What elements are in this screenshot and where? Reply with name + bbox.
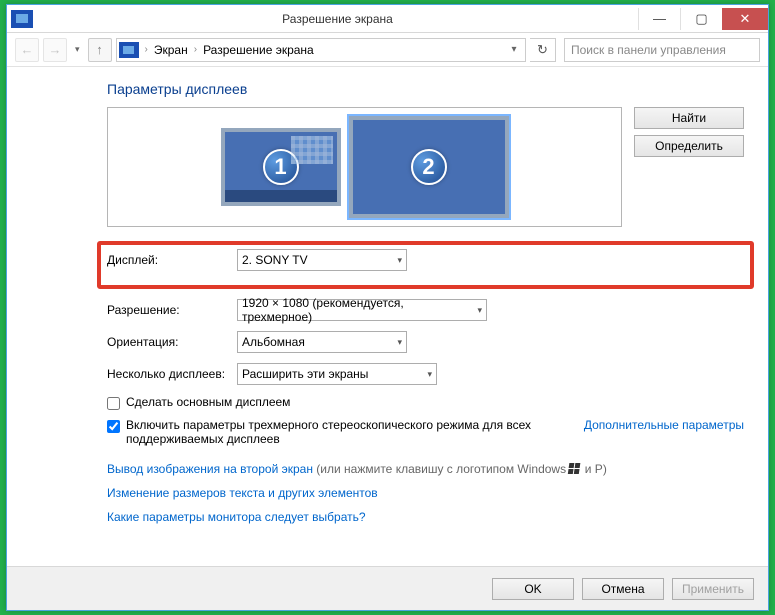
multiple-displays-label: Несколько дисплеев: bbox=[107, 367, 237, 381]
which-monitor-link[interactable]: Какие параметры монитора следует выбрать… bbox=[107, 510, 366, 524]
monitor-2[interactable]: 2 bbox=[349, 116, 509, 218]
page-heading: Параметры дисплеев bbox=[107, 81, 744, 97]
resolution-label: Разрешение: bbox=[107, 303, 237, 317]
identify-button[interactable]: Определить bbox=[634, 135, 744, 157]
monitor-number: 2 bbox=[411, 149, 447, 185]
back-button[interactable]: ← bbox=[15, 38, 39, 62]
display-label: Дисплей: bbox=[107, 253, 237, 267]
control-panel-icon bbox=[119, 42, 139, 58]
monitor-taskbar bbox=[225, 190, 337, 202]
breadcrumb-item[interactable]: Разрешение экрана bbox=[199, 43, 318, 57]
history-dropdown-icon[interactable]: ▾ bbox=[71, 44, 84, 55]
search-placeholder: Поиск в панели управления bbox=[571, 43, 726, 57]
address-bar[interactable]: › Экран › Разрешение экрана ▾ bbox=[116, 38, 526, 62]
chevron-down-icon: ▾ bbox=[391, 255, 402, 266]
chevron-down-icon: ▾ bbox=[391, 337, 402, 348]
system-icon[interactable] bbox=[11, 10, 33, 28]
display-preview[interactable]: 1 2 bbox=[107, 107, 622, 227]
monitor-grid-icon bbox=[291, 136, 333, 164]
multiple-displays-value: Расширить эти экраны bbox=[242, 367, 368, 381]
window: Разрешение экрана — ▢ ✕ ← → ▾ ↑ › Экран … bbox=[6, 4, 769, 611]
chevron-right-icon: › bbox=[192, 44, 199, 55]
refresh-button[interactable]: ↻ bbox=[530, 38, 556, 62]
windows-logo-icon bbox=[569, 463, 581, 474]
forward-button[interactable]: → bbox=[43, 38, 67, 62]
orientation-select[interactable]: Альбомная ▾ bbox=[237, 331, 407, 353]
highlight-box: Дисплей: 2. SONY TV ▾ bbox=[97, 241, 754, 289]
search-input[interactable]: Поиск в панели управления bbox=[564, 38, 760, 62]
cancel-button[interactable]: Отмена bbox=[582, 578, 664, 600]
stereo-label: Включить параметры трехмерного стереоско… bbox=[126, 418, 566, 446]
find-button[interactable]: Найти bbox=[634, 107, 744, 129]
chevron-down-icon: ▾ bbox=[471, 305, 482, 316]
ok-button[interactable]: OK bbox=[492, 578, 574, 600]
address-dropdown-icon[interactable]: ▾ bbox=[505, 44, 523, 55]
footer: OK Отмена Применить bbox=[7, 566, 768, 610]
breadcrumb-item[interactable]: Экран bbox=[150, 43, 192, 57]
monitor-1[interactable]: 1 bbox=[221, 128, 341, 206]
projector-hint: (или нажмите клавишу с логотипом Windows bbox=[313, 462, 569, 476]
display-select[interactable]: 2. SONY TV ▾ bbox=[237, 249, 407, 271]
make-main-checkbox[interactable] bbox=[107, 397, 120, 410]
projector-link[interactable]: Вывод изображения на второй экран bbox=[107, 462, 313, 476]
multiple-displays-select[interactable]: Расширить эти экраны ▾ bbox=[237, 363, 437, 385]
up-button[interactable]: ↑ bbox=[88, 38, 112, 62]
maximize-button[interactable]: ▢ bbox=[680, 8, 722, 30]
projector-hint-tail: и P) bbox=[581, 462, 606, 476]
chevron-right-icon: › bbox=[143, 44, 150, 55]
content-area: Параметры дисплеев 1 2 Найти Определить … bbox=[7, 67, 768, 524]
resolution-select[interactable]: 1920 × 1080 (рекомендуется, трехмерное) … bbox=[237, 299, 487, 321]
close-button[interactable]: ✕ bbox=[722, 8, 768, 30]
apply-button[interactable]: Применить bbox=[672, 578, 754, 600]
textsize-link[interactable]: Изменение размеров текста и других элеме… bbox=[107, 486, 378, 500]
orientation-label: Ориентация: bbox=[107, 335, 237, 349]
nav-toolbar: ← → ▾ ↑ › Экран › Разрешение экрана ▾ ↻ … bbox=[7, 33, 768, 67]
minimize-button[interactable]: — bbox=[638, 8, 680, 30]
make-main-label: Сделать основным дисплеем bbox=[126, 395, 290, 409]
window-title: Разрешение экрана bbox=[37, 12, 638, 26]
titlebar: Разрешение экрана — ▢ ✕ bbox=[7, 5, 768, 33]
resolution-value: 1920 × 1080 (рекомендуется, трехмерное) bbox=[242, 296, 471, 324]
display-value: 2. SONY TV bbox=[242, 253, 308, 267]
stereo-checkbox[interactable] bbox=[107, 420, 120, 433]
advanced-link[interactable]: Дополнительные параметры bbox=[584, 418, 744, 432]
orientation-value: Альбомная bbox=[242, 335, 305, 349]
chevron-down-icon: ▾ bbox=[421, 369, 432, 380]
